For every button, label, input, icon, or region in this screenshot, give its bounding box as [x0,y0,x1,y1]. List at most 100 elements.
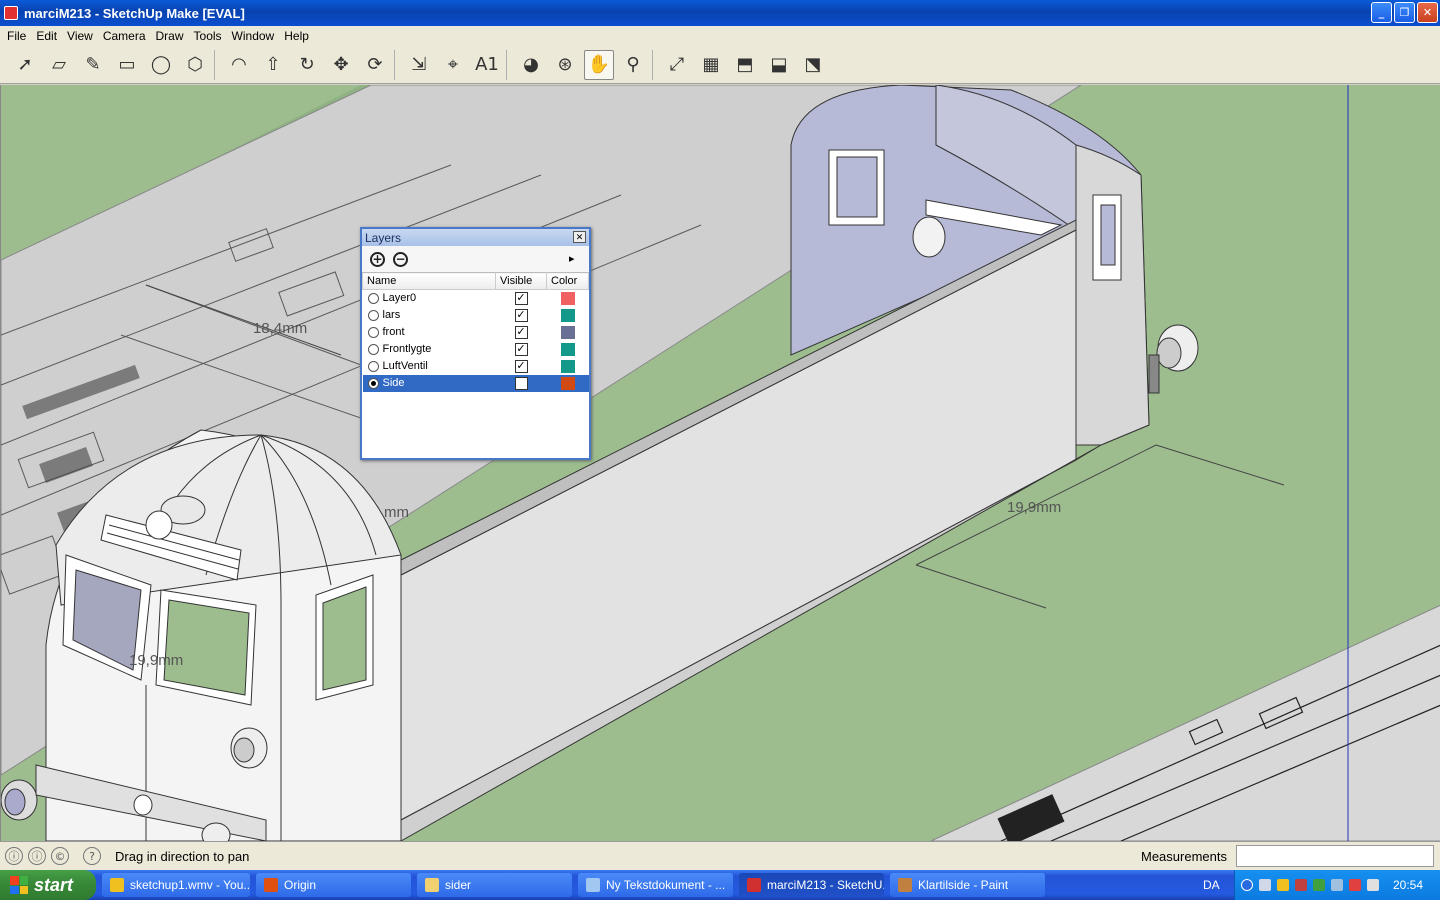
tray-network-icon[interactable] [1259,879,1271,891]
layer-color-swatch[interactable] [560,342,575,356]
menu-draw[interactable]: Draw [151,29,189,43]
polygon-tool-icon[interactable]: ⬡ [180,50,210,80]
scale-tool-icon[interactable]: ⇲ [404,50,434,80]
tray-shield-icon[interactable] [1349,879,1361,891]
taskbar-button[interactable]: marciM213 - SketchU... [739,873,884,897]
taskbar-button[interactable]: Origin [256,873,411,897]
model-viewport[interactable]: 18,4mm mm 19,9mm 19,9mm Layers ✕ + − ▸ N… [0,85,1440,841]
layer-name[interactable]: Side [383,377,405,389]
layer-color-swatch[interactable] [560,308,575,322]
rotate-tool-icon[interactable]: ⟳ [360,50,390,80]
extension-warehouse-tool-icon[interactable]: ⬔ [798,50,828,80]
menu-camera[interactable]: Camera [98,29,151,43]
tray-wifi-icon[interactable] [1367,879,1379,891]
taskbar-button[interactable]: Klartilside - Paint [890,873,1045,897]
layer-visible-checkbox[interactable]: ✓ [514,291,528,305]
pencil-tool-icon[interactable]: ✎ [78,50,108,80]
taskbar-button[interactable]: sketchup1.wmv - You... [102,873,250,897]
eraser-tool-icon[interactable]: ▱ [44,50,74,80]
text-tool-icon[interactable]: A1 [472,50,502,80]
layer-name[interactable]: Layer0 [383,292,417,304]
active-layer-radio[interactable] [367,377,379,389]
task-label: Origin [284,878,317,892]
tray-show-icon[interactable] [1241,879,1253,891]
maximize-button[interactable]: ❐ [1394,2,1415,23]
column-header-color[interactable]: Color [546,272,589,290]
geo-location-icon[interactable]: ⓘ [5,847,23,865]
pan-tool-icon[interactable]: ✋ [584,49,614,80]
layers-dialog-titlebar[interactable]: Layers ✕ [362,229,589,246]
layer-visible-checkbox[interactable]: ✓ [514,342,528,356]
menu-view[interactable]: View [62,29,98,43]
tray-app-icon[interactable] [1295,879,1307,891]
help-icon[interactable]: ? [83,847,101,865]
add-layer-icon[interactable]: + [370,251,385,267]
active-layer-radio[interactable] [367,343,379,355]
active-layer-radio[interactable] [367,309,379,321]
menu-window[interactable]: Window [227,29,280,43]
minimize-button[interactable]: _ [1371,2,1392,23]
move-tool-icon[interactable]: ✥ [326,50,356,80]
tray-update-icon[interactable] [1313,879,1325,891]
layer-name[interactable]: lars [383,309,401,321]
layer-row[interactable]: Side ✓ [362,374,589,392]
layer-row[interactable]: lars ✓ [363,307,589,324]
close-button[interactable]: ✕ [1417,2,1438,23]
active-layer-radio[interactable] [367,360,379,372]
menu-file[interactable]: File [2,29,31,43]
layers-close-icon[interactable]: ✕ [573,231,586,243]
layer-color-swatch[interactable] [560,359,575,373]
windows-logo-icon [10,876,28,894]
taskbar-button[interactable]: Ny Tekstdokument - ... [578,873,733,897]
tray-sync-icon[interactable] [1331,879,1343,891]
copyright-icon[interactable]: © [51,847,69,865]
column-header-visible[interactable]: Visible [495,272,547,290]
layer-row[interactable]: Layer0 ✓ [363,290,589,307]
layer-color-swatch[interactable] [560,325,575,339]
push-pull-tool-icon[interactable]: ⇧ [258,50,288,80]
orbit-tool-icon[interactable]: ⊛ [550,50,580,80]
rectangle-tool-icon[interactable]: ▭ [112,50,142,80]
remove-layer-icon[interactable]: − [393,251,408,267]
layer-visible-checkbox[interactable]: ✓ [514,376,528,390]
zoom-tool-icon[interactable]: ⚲ [618,50,648,80]
layer-visible-checkbox[interactable]: ✓ [514,308,528,322]
active-layer-radio[interactable] [367,292,379,304]
language-indicator[interactable]: DA [1203,878,1220,892]
menu-tools[interactable]: Tools [189,29,227,43]
start-button[interactable]: start [0,870,96,900]
layer-color-swatch[interactable] [560,376,575,390]
credits-icon[interactable]: ⓘ [28,847,46,865]
paint-bucket-tool-icon[interactable]: ◕ [516,50,546,80]
column-header-name[interactable]: Name [362,272,496,290]
layer-name[interactable]: Frontlygte [383,343,432,355]
follow-me-tool-icon[interactable]: ↻ [292,50,322,80]
active-layer-radio[interactable] [367,326,379,338]
arc-tool-icon[interactable]: ◠ [224,50,254,80]
warehouse-tool-icon[interactable]: ▦ [696,50,726,80]
layer-row[interactable]: LuftVentil ✓ [363,358,589,375]
menu-edit[interactable]: Edit [31,29,62,43]
layer-row[interactable]: Frontlygte ✓ [363,341,589,358]
select-tool-icon[interactable]: ➚ [10,50,40,80]
tape-measure-tool-icon[interactable]: ⌖ [438,50,468,80]
layer-name[interactable]: front [383,326,405,338]
clock[interactable]: 20:54 [1393,878,1423,892]
tray-warning-icon[interactable] [1277,879,1289,891]
layers-dialog: Layers ✕ + − ▸ Name Visible Color Layer0… [360,227,591,460]
layer-color-swatch[interactable] [560,291,575,305]
get-models-tool-icon[interactable]: ⬒ [730,50,760,80]
circle-tool-icon[interactable]: ◯ [146,50,176,80]
taskbar-button[interactable]: sider [417,873,572,897]
share-model-tool-icon[interactable]: ⬓ [764,50,794,80]
measurements-input[interactable] [1236,845,1434,867]
menu-help[interactable]: Help [279,29,314,43]
layer-name[interactable]: LuftVentil [383,360,428,372]
layer-visible-checkbox[interactable]: ✓ [514,359,528,373]
model-canvas[interactable] [1,85,1440,841]
zoom-extents-tool-icon[interactable]: ⤢ [662,50,692,80]
layers-details-icon[interactable]: ▸ [569,252,581,265]
layer-visible-checkbox[interactable]: ✓ [514,325,528,339]
toolbar-separator [652,49,658,80]
layer-row[interactable]: front ✓ [363,324,589,341]
